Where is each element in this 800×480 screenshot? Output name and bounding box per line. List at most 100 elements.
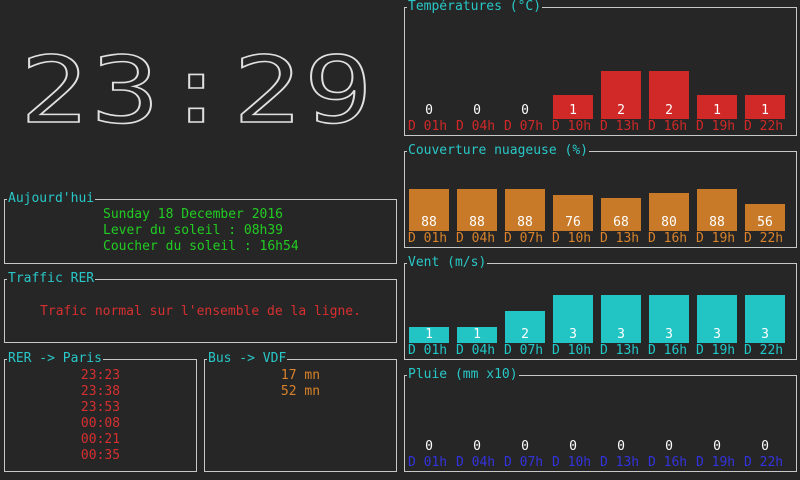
temperature-category-label: D 10h bbox=[552, 119, 592, 134]
wind-value-label: 1 bbox=[473, 327, 481, 342]
rain-category-label: D 01h bbox=[408, 455, 448, 470]
rer-departure-time: 23:23 bbox=[80, 368, 121, 383]
temperature-chart: 0D 01h 0 D 04h 0 D 07h 1 D 10h 2 D 13h 2 D 16h 1 D 1… bbox=[408, 14, 792, 134]
clouds-value-label: 88 bbox=[421, 215, 437, 230]
wind-category-label: D 19h bbox=[696, 343, 736, 358]
clouds-value-label: 88 bbox=[517, 215, 533, 230]
wind-category-label: D 22h bbox=[744, 343, 784, 358]
rain-category-label: D 22h bbox=[744, 455, 784, 470]
rain-value-label: 0 bbox=[425, 439, 433, 454]
wind-value-label: 3 bbox=[617, 327, 625, 342]
rain-title: Pluie (mm x10) bbox=[407, 367, 519, 382]
rain-category-label: D 19h bbox=[696, 455, 736, 470]
temperature-title: Températures (°C) bbox=[407, 0, 543, 14]
rer-panel: RER -> Paris 23:23 23:38 23:53 00:08 00:21 00… bbox=[4, 352, 197, 472]
rain-chart: 0D 01h 0 D 04h 0 D 07h 0 D 10h 0 D 13h 0 D 16h 0 D 1… bbox=[408, 382, 792, 470]
rer-departure-time: 00:21 bbox=[80, 432, 121, 447]
rain-value-label: 0 bbox=[617, 439, 625, 454]
clouds-category-label: D 22h bbox=[744, 231, 784, 246]
big-clock: 23:29 bbox=[19, 36, 400, 145]
rer-times-list: 23:23 23:38 23:53 00:08 00:21 00:35 bbox=[5, 368, 196, 464]
temperature-value-label: 0 bbox=[473, 103, 481, 118]
temperature-category-label: D 19h bbox=[696, 119, 736, 134]
clouds-value-label: 80 bbox=[661, 215, 677, 230]
rain-panel: Pluie (mm x10) 0D 01h 0 D 04h 0 D 07h 0 D 10h 0… bbox=[404, 368, 797, 472]
traffic-panel: Traffic RER Trafic normal sur l'ensemble… bbox=[4, 272, 397, 343]
temperature-value-label: 1 bbox=[761, 103, 769, 118]
wind-value-label: 3 bbox=[569, 327, 577, 342]
temperature-category-label: D 22h bbox=[744, 119, 784, 134]
temperature-category-label: D 13h bbox=[600, 119, 640, 134]
bus-times-list: 17 mn 52 mn bbox=[205, 368, 396, 400]
rain-value-label: 0 bbox=[569, 439, 577, 454]
rain-category-label: D 13h bbox=[600, 455, 640, 470]
clouds-category-label: D 19h bbox=[696, 231, 736, 246]
wind-value-label: 3 bbox=[713, 327, 721, 342]
bus-departure-time: 52 mn bbox=[280, 384, 321, 399]
clouds-value-label: 76 bbox=[565, 215, 581, 230]
today-date: Sunday 18 December 2016 bbox=[103, 207, 284, 222]
wind-panel: Vent (m/s) 1D 01h 1 D 04h 2 D 07h 3 D 10h 3 D 13… bbox=[404, 256, 797, 360]
wind-category-label: D 07h bbox=[504, 343, 544, 358]
rain-value-label: 0 bbox=[473, 439, 481, 454]
rain-category-label: D 04h bbox=[456, 455, 496, 470]
wind-category-label: D 04h bbox=[456, 343, 496, 358]
rain-value-label: 0 bbox=[713, 439, 721, 454]
wind-category-label: D 13h bbox=[600, 343, 640, 358]
temperature-category-label: D 07h bbox=[504, 119, 544, 134]
rain-value-label: 0 bbox=[665, 439, 673, 454]
sunrise-text: Lever du soleil : 08h39 bbox=[103, 223, 284, 238]
temperature-value-label: 0 bbox=[425, 103, 433, 118]
clouds-value-label: 56 bbox=[757, 215, 773, 230]
wind-value-label: 3 bbox=[665, 327, 673, 342]
clouds-category-label: D 07h bbox=[504, 231, 544, 246]
traffic-title: Traffic RER bbox=[7, 271, 96, 286]
rer-departure-time: 00:08 bbox=[80, 416, 121, 431]
clock-display: 23:29 bbox=[19, 36, 375, 145]
clouds-value-label: 88 bbox=[709, 215, 725, 230]
clouds-category-label: D 16h bbox=[648, 231, 688, 246]
wind-chart: 1D 01h 1 D 04h 2 D 07h 3 D 10h 3 D 13h 3 D 16h 3 D 1… bbox=[408, 270, 792, 358]
clouds-category-label: D 01h bbox=[408, 231, 448, 246]
temperature-value-label: 0 bbox=[521, 103, 529, 118]
rain-category-label: D 10h bbox=[552, 455, 592, 470]
today-title: Aujourd'hui bbox=[7, 191, 96, 206]
clouds-chart: 88 D 01h 88 D 04h 88 D 07h 76 D 10h 68 D 13h 80 D 1… bbox=[408, 158, 792, 246]
rain-value-label: 0 bbox=[521, 439, 529, 454]
temperature-value-label: 1 bbox=[569, 103, 577, 118]
wind-category-label: D 10h bbox=[552, 343, 592, 358]
rain-category-label: D 16h bbox=[648, 455, 688, 470]
clock-time: 23:29 bbox=[20, 50, 375, 130]
temperature-value-label: 2 bbox=[617, 103, 625, 118]
wind-title: Vent (m/s) bbox=[407, 255, 488, 270]
wind-value-label: 1 bbox=[425, 327, 433, 342]
temperature-category-label: D 16h bbox=[648, 119, 688, 134]
wind-value-label: 3 bbox=[761, 327, 769, 342]
wind-category-label: D 01h bbox=[408, 343, 448, 358]
rer-departure-time: 23:53 bbox=[80, 400, 121, 415]
clouds-value-label: 68 bbox=[613, 215, 629, 230]
temperature-panel: Températures (°C) 0D 01h 0 D 04h 0 D 07h 1 D 1… bbox=[404, 0, 797, 136]
bus-panel: Bus -> VDF 17 mn 52 mn bbox=[204, 352, 397, 472]
clouds-title: Couverture nuageuse (%) bbox=[407, 143, 590, 158]
clouds-value-label: 88 bbox=[469, 215, 485, 230]
traffic-message: Trafic normal sur l'ensemble de la ligne… bbox=[40, 304, 361, 319]
rer-title: RER -> Paris bbox=[7, 351, 103, 366]
wind-value-label: 2 bbox=[521, 327, 529, 342]
temperature-category-label: D 01h bbox=[408, 119, 448, 134]
sunset-text: Coucher du soleil : 16h54 bbox=[103, 239, 299, 254]
rer-departure-time: 23:38 bbox=[80, 384, 121, 399]
temperature-value-label: 2 bbox=[665, 103, 673, 118]
temperature-value-label: 1 bbox=[713, 103, 721, 118]
rain-category-label: D 07h bbox=[504, 455, 544, 470]
clouds-category-label: D 13h bbox=[600, 231, 640, 246]
clouds-category-label: D 10h bbox=[552, 231, 592, 246]
rain-value-label: 0 bbox=[761, 439, 769, 454]
bus-departure-time: 17 mn bbox=[280, 368, 321, 383]
rer-departure-time: 00:35 bbox=[80, 448, 121, 463]
today-panel: Aujourd'hui Sunday 18 December 2016 Leve… bbox=[4, 192, 397, 264]
clouds-panel: Couverture nuageuse (%) 88 D 01h 88 D 04h 88… bbox=[404, 144, 797, 248]
wind-category-label: D 16h bbox=[648, 343, 688, 358]
clouds-category-label: D 04h bbox=[456, 231, 496, 246]
bus-title: Bus -> VDF bbox=[207, 351, 288, 366]
